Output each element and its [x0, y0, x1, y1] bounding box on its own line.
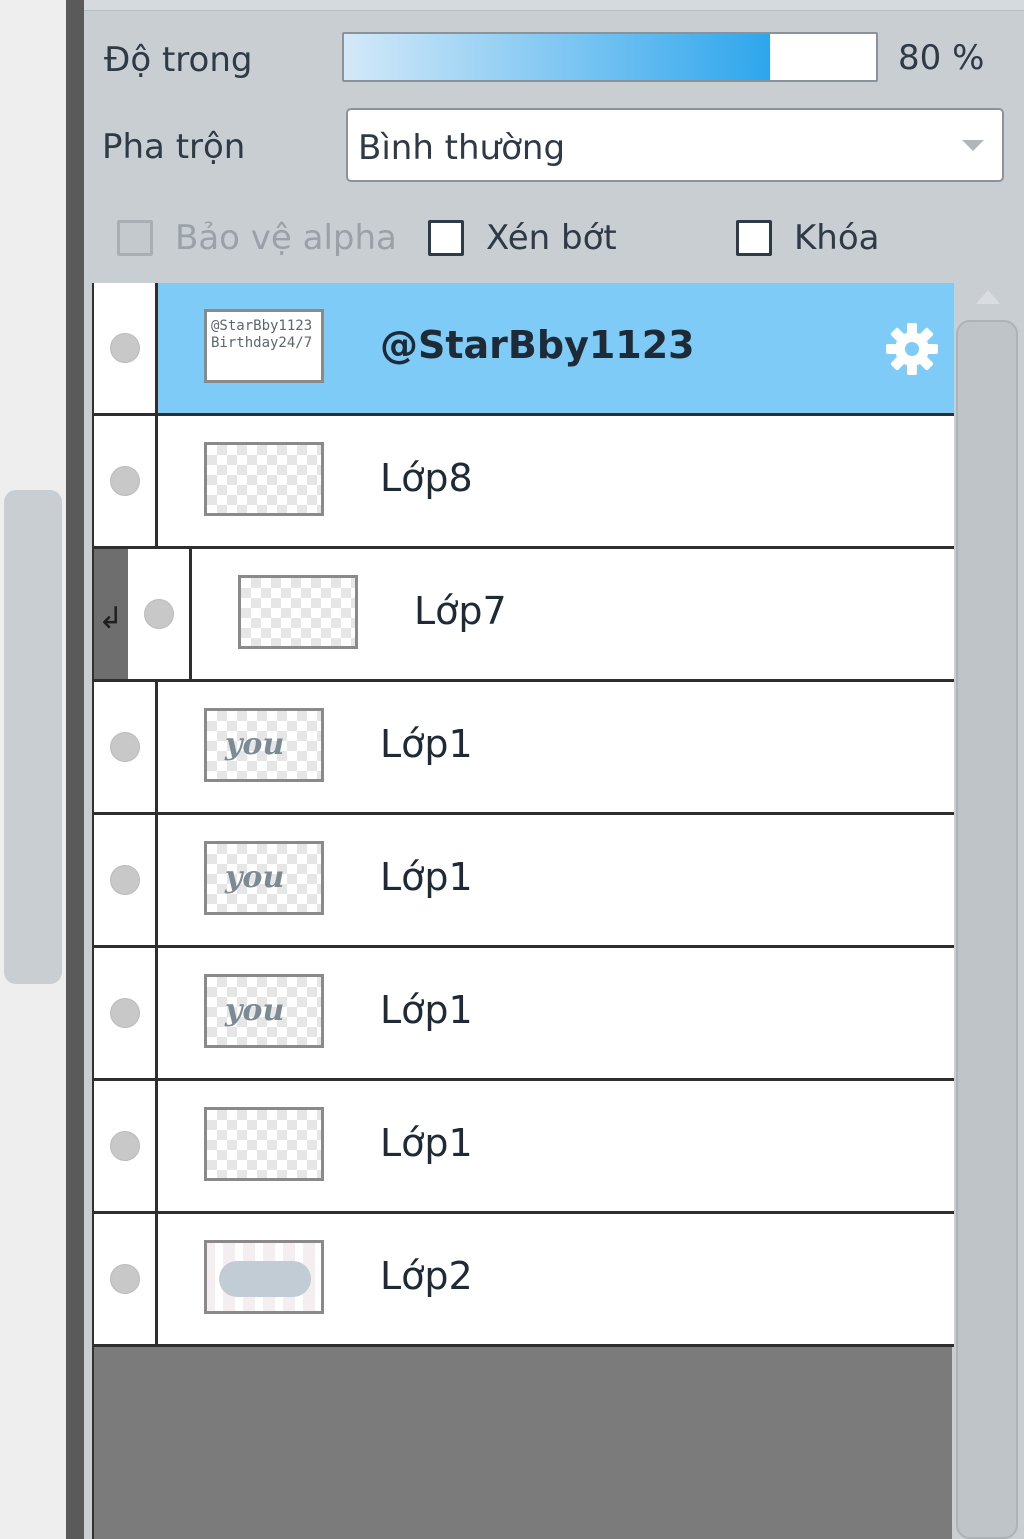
layer-thumbnail-text: @StarBby1123 Birthday24/7 — [211, 318, 312, 352]
layer-thumbnail: you — [204, 974, 324, 1048]
blend-mode-select[interactable]: Bình thường — [346, 108, 1004, 182]
layer-thumbnail — [204, 1240, 324, 1314]
layer-row[interactable]: you Lớp1 — [94, 682, 954, 815]
layer-thumbnail-script: you — [225, 860, 285, 895]
visibility-dot-icon — [110, 732, 140, 762]
layer-row[interactable]: @StarBby1123 Birthday24/7 @StarBby1123 — [94, 283, 954, 416]
layer-row[interactable]: Lớp8 — [94, 416, 954, 549]
layer-name: Lớp1 — [380, 855, 473, 899]
layer-visibility-toggle[interactable] — [94, 283, 158, 413]
visibility-dot-icon — [110, 333, 140, 363]
thumbnail-line: @StarBby1123 — [211, 318, 313, 334]
layer-thumbnail: you — [204, 708, 324, 782]
layer-visibility-toggle[interactable] — [128, 549, 192, 679]
layer-visibility-toggle[interactable] — [94, 1081, 158, 1211]
visibility-dot-icon — [110, 466, 140, 496]
layer-thumbnail: @StarBby1123 Birthday24/7 — [204, 309, 324, 383]
opacity-slider[interactable] — [342, 32, 878, 82]
left-panel-scroll-handle[interactable] — [4, 490, 62, 984]
visibility-dot-icon — [110, 1131, 140, 1161]
scroll-up-arrow-icon[interactable] — [976, 290, 1000, 304]
layer-name: Lớp1 — [380, 722, 473, 766]
layer-name: Lớp8 — [380, 456, 473, 500]
visibility-dot-icon — [144, 599, 174, 629]
layer-list-scrollbar[interactable] — [956, 320, 1018, 1539]
layer-thumbnail — [204, 1107, 324, 1181]
layer-visibility-toggle[interactable] — [94, 948, 158, 1078]
layer-row[interactable]: you Lớp1 — [94, 815, 954, 948]
clip-label: Xén bớt — [486, 218, 617, 258]
clip-checkbox[interactable] — [428, 220, 464, 256]
blend-mode-label: Pha trộn — [102, 127, 246, 167]
lock-checkbox[interactable] — [736, 220, 772, 256]
gear-icon[interactable] — [882, 319, 942, 379]
layer-thumbnail-shape — [219, 1261, 311, 1297]
layer-visibility-toggle[interactable] — [94, 1214, 158, 1344]
lock-label: Khóa — [794, 218, 880, 258]
opacity-value: 80 % — [898, 38, 985, 78]
layer-thumbnail — [204, 442, 324, 516]
layer-thumbnail — [238, 575, 358, 649]
layer-thumbnail: you — [204, 841, 324, 915]
layer-list: @StarBby1123 Birthday24/7 @StarBby1123 L… — [92, 283, 954, 1539]
layer-row[interactable]: ↲ Lớp7 — [94, 549, 954, 682]
thumbnail-line: Birthday24/7 — [211, 335, 313, 351]
layer-thumbnail-script: you — [225, 993, 285, 1028]
panel-top-edge — [84, 0, 1024, 11]
clipping-indicator: ↲ — [94, 549, 128, 679]
layer-name: Lớp1 — [380, 988, 473, 1032]
chevron-down-icon — [962, 140, 984, 151]
protect-alpha-label: Bảo vệ alpha — [175, 218, 397, 258]
layer-row[interactable]: Lớp1 — [94, 1081, 954, 1214]
layer-name: @StarBby1123 — [380, 323, 695, 367]
layer-row[interactable]: Lớp2 — [94, 1214, 954, 1347]
clip-arrow-icon: ↲ — [98, 601, 124, 636]
opacity-slider-fill — [344, 34, 770, 80]
visibility-dot-icon — [110, 1264, 140, 1294]
layer-visibility-toggle[interactable] — [94, 416, 158, 546]
layer-name: Lớp7 — [414, 589, 507, 633]
layer-thumbnail-script: you — [225, 727, 285, 762]
layer-row[interactable]: you Lớp1 — [94, 948, 954, 1081]
layer-visibility-toggle[interactable] — [94, 682, 158, 812]
layer-name: Lớp2 — [380, 1254, 473, 1298]
opacity-label: Độ trong — [104, 40, 253, 80]
layer-visibility-toggle[interactable] — [94, 815, 158, 945]
visibility-dot-icon — [110, 998, 140, 1028]
blend-mode-value: Bình thường — [358, 128, 566, 168]
layer-name: Lớp1 — [380, 1121, 473, 1165]
protect-alpha-checkbox[interactable] — [117, 220, 153, 256]
panel-divider — [66, 0, 84, 1539]
visibility-dot-icon — [110, 865, 140, 895]
